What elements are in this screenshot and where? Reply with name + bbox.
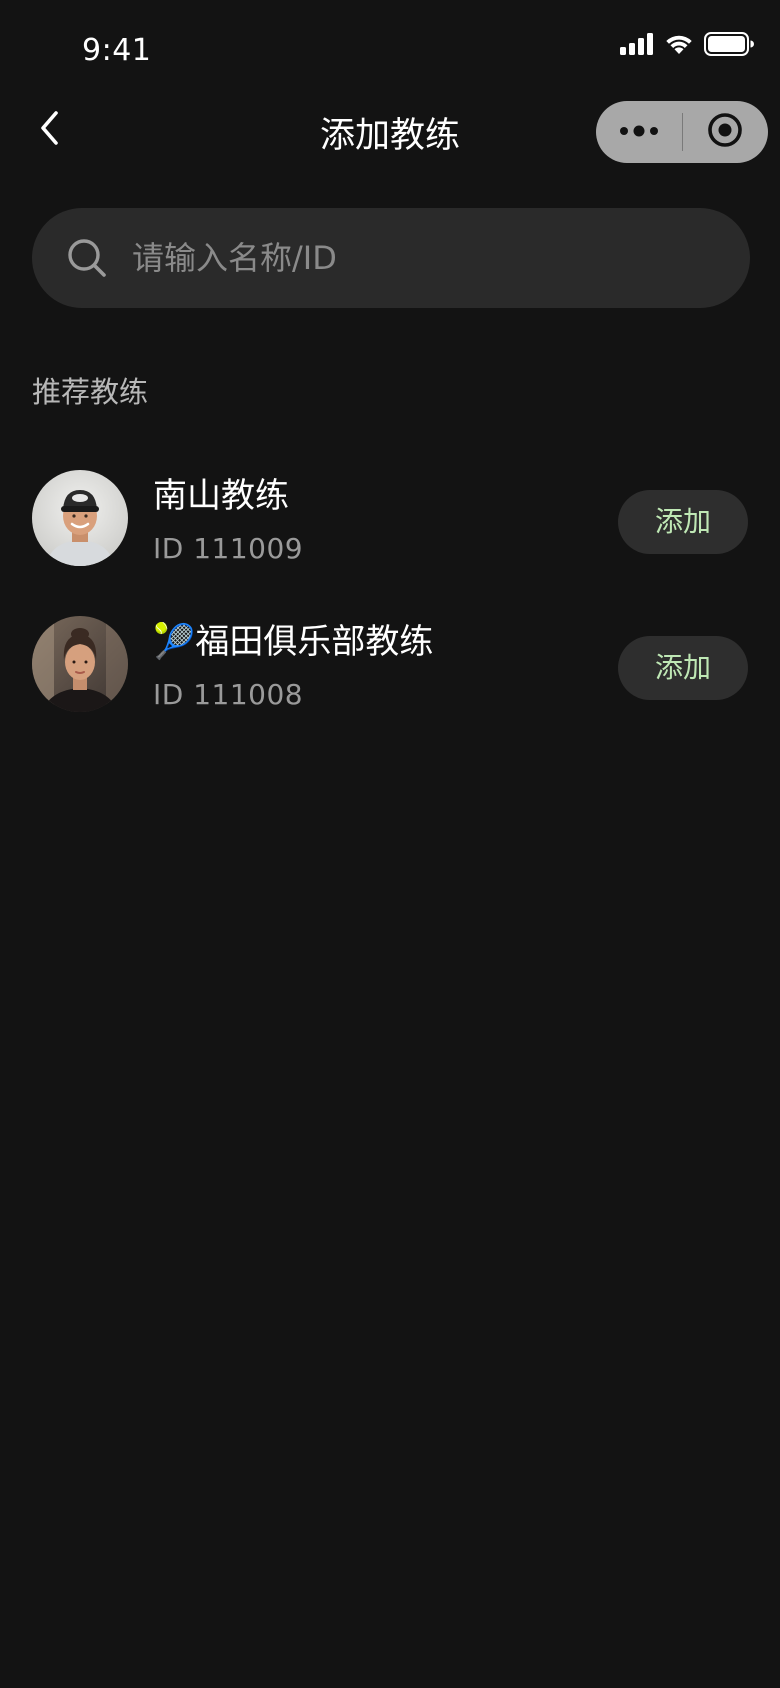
list-item: 🎾福田俱乐部教练 ID 111008 添加 bbox=[0, 616, 780, 762]
nav-bar: 添加教练 bbox=[0, 96, 780, 176]
status-time: 9:41 bbox=[82, 33, 152, 68]
status-bar: 9:41 bbox=[0, 0, 780, 96]
cellular-signal-icon bbox=[620, 33, 654, 59]
coach-list: 南山教练 ID 111009 添加 🎾福田俱乐部教练 ID 111008 添加 bbox=[0, 470, 780, 762]
avatar bbox=[32, 616, 128, 712]
add-coach-button[interactable]: 添加 bbox=[618, 636, 748, 700]
battery-icon bbox=[704, 32, 754, 60]
wifi-icon bbox=[664, 33, 694, 59]
close-miniprogram-button[interactable] bbox=[683, 101, 769, 163]
section-title-recommended: 推荐教练 bbox=[32, 375, 149, 409]
more-button[interactable] bbox=[596, 101, 682, 163]
search-bar[interactable] bbox=[32, 208, 750, 308]
coach-name: 🎾福田俱乐部教练 bbox=[153, 622, 434, 662]
search-input[interactable] bbox=[130, 238, 750, 278]
coach-name: 南山教练 bbox=[153, 476, 289, 516]
more-dots-icon bbox=[619, 123, 659, 142]
mini-program-capsule bbox=[596, 101, 768, 163]
avatar bbox=[32, 470, 128, 566]
target-circle-icon bbox=[707, 112, 743, 152]
search-icon bbox=[66, 237, 108, 279]
status-icons bbox=[620, 32, 754, 60]
coach-id: ID 111009 bbox=[153, 532, 304, 565]
coach-id: ID 111008 bbox=[153, 678, 304, 711]
list-item: 南山教练 ID 111009 添加 bbox=[0, 470, 780, 616]
add-coach-button[interactable]: 添加 bbox=[618, 490, 748, 554]
